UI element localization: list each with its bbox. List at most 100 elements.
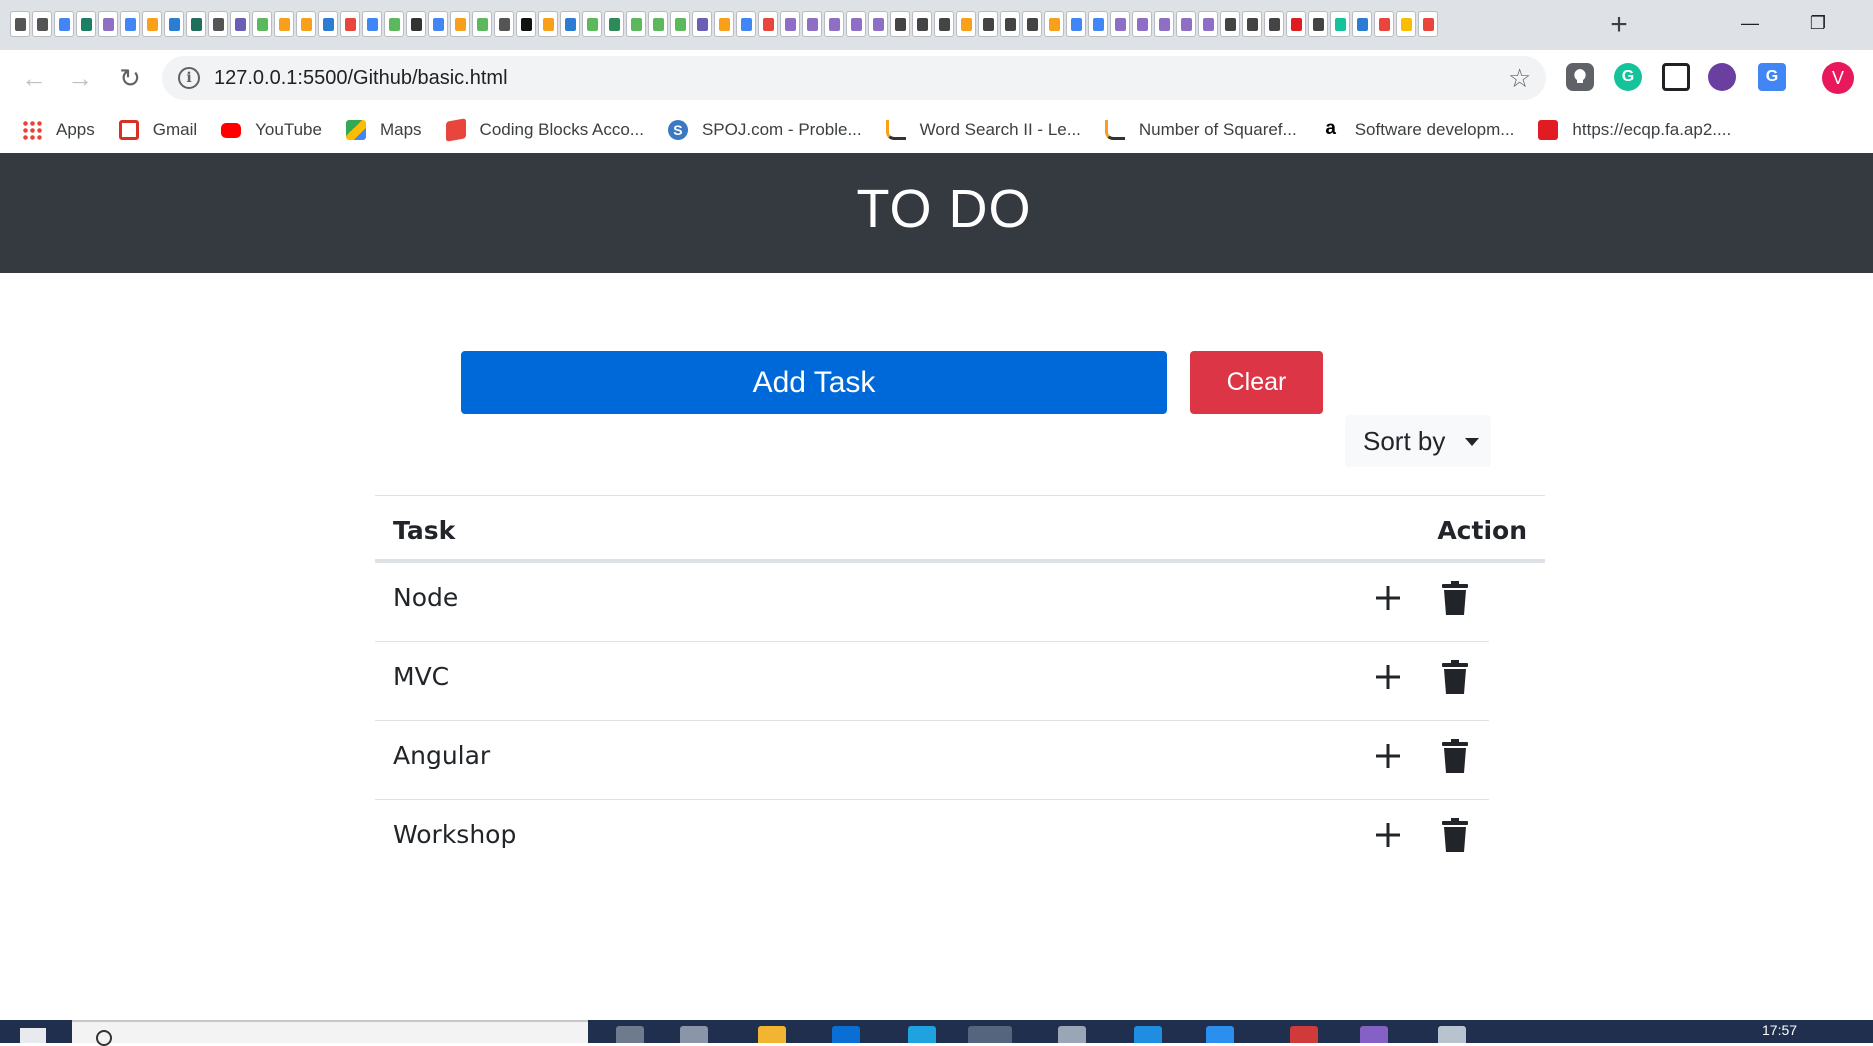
address-bar[interactable]: i 127.0.0.1:5500/Github/basic.html ☆ bbox=[162, 56, 1546, 100]
back-button[interactable]: ← bbox=[16, 60, 52, 96]
pinned-tab-favicon[interactable] bbox=[120, 11, 140, 37]
pinned-tab-favicon[interactable] bbox=[736, 11, 756, 37]
pinned-tab-favicon[interactable] bbox=[978, 11, 998, 37]
pinned-tab-favicon[interactable] bbox=[10, 11, 30, 37]
grammarly-extension-icon[interactable]: G bbox=[1614, 63, 1642, 91]
url-text[interactable]: 127.0.0.1:5500/Github/basic.html bbox=[214, 67, 508, 90]
pinned-tab-favicon[interactable] bbox=[230, 11, 250, 37]
pinned-tab-favicon[interactable] bbox=[714, 11, 734, 37]
pinned-tab-favicon[interactable] bbox=[208, 11, 228, 37]
trash-icon[interactable] bbox=[1442, 660, 1468, 694]
pinned-tab-favicon[interactable] bbox=[582, 11, 602, 37]
bookmark-squareful[interactable]: Number of Squaref... bbox=[1104, 120, 1297, 140]
google-translate-icon[interactable]: G bbox=[1758, 63, 1786, 91]
pinned-tab-favicon[interactable] bbox=[934, 11, 954, 37]
pinned-tab-favicon[interactable] bbox=[98, 11, 118, 37]
taskbar-task-view-icon[interactable] bbox=[680, 1026, 708, 1043]
pinned-tab-favicon[interactable] bbox=[428, 11, 448, 37]
pinned-tab-favicon[interactable] bbox=[956, 11, 976, 37]
pinned-tab-favicon[interactable] bbox=[54, 11, 74, 37]
minimize-button[interactable]: — bbox=[1728, 6, 1772, 40]
clear-button[interactable]: Clear bbox=[1190, 351, 1323, 414]
pinned-tab-favicon[interactable] bbox=[1330, 11, 1350, 37]
bookmark-apps[interactable]: Apps bbox=[22, 120, 95, 140]
pinned-tab-favicon[interactable] bbox=[538, 11, 558, 37]
site-info-icon[interactable]: i bbox=[178, 67, 200, 89]
pinned-tab-favicon[interactable] bbox=[494, 11, 514, 37]
bookmark-star-icon[interactable]: ☆ bbox=[1508, 63, 1531, 94]
pinned-tab-favicon[interactable] bbox=[868, 11, 888, 37]
pinned-tab-favicon[interactable] bbox=[1066, 11, 1086, 37]
pinned-tab-favicon[interactable] bbox=[1088, 11, 1108, 37]
skype-icon[interactable] bbox=[1134, 1026, 1162, 1043]
pinned-tab-favicon[interactable] bbox=[1220, 11, 1240, 37]
bookmark-amazon[interactable]: a Software developm... bbox=[1321, 119, 1514, 140]
git-icon[interactable] bbox=[1290, 1026, 1318, 1043]
bookmark-maps[interactable]: Maps bbox=[345, 120, 422, 140]
pinned-tab-favicon[interactable] bbox=[32, 11, 52, 37]
pinned-tab-favicon[interactable] bbox=[252, 11, 272, 37]
trash-icon[interactable] bbox=[1442, 581, 1468, 615]
bookmark-youtube[interactable]: YouTube bbox=[221, 120, 322, 140]
screenshot-extension-icon[interactable] bbox=[1662, 63, 1690, 91]
pinned-tab-favicon[interactable] bbox=[890, 11, 910, 37]
trash-icon[interactable] bbox=[1442, 739, 1468, 773]
pinned-tab-favicon[interactable] bbox=[472, 11, 492, 37]
pinned-tab-favicon[interactable] bbox=[1198, 11, 1218, 37]
pinned-tab-favicon[interactable] bbox=[648, 11, 668, 37]
vscode-icon[interactable] bbox=[1206, 1026, 1234, 1043]
pinned-tab-favicon[interactable] bbox=[1308, 11, 1328, 37]
reload-button[interactable]: ↻ bbox=[112, 60, 148, 96]
new-tab-button[interactable]: + bbox=[1602, 8, 1636, 42]
chrome-active-icon[interactable] bbox=[968, 1026, 1012, 1043]
plus-icon[interactable] bbox=[1371, 581, 1405, 615]
pinned-tab-favicon[interactable] bbox=[1176, 11, 1196, 37]
pinned-tab-favicon[interactable] bbox=[384, 11, 404, 37]
plus-icon[interactable] bbox=[1371, 739, 1405, 773]
store-icon[interactable] bbox=[1058, 1026, 1086, 1043]
pinned-tab-favicon[interactable] bbox=[824, 11, 844, 37]
pinned-tab-favicon[interactable] bbox=[912, 11, 932, 37]
windows-start-icon[interactable] bbox=[20, 1028, 46, 1043]
pinned-tab-favicon[interactable] bbox=[670, 11, 690, 37]
pinned-tab-favicon[interactable] bbox=[274, 11, 294, 37]
bookmark-gmail[interactable]: Gmail bbox=[118, 120, 197, 140]
pinned-tab-favicon[interactable] bbox=[626, 11, 646, 37]
pinned-tab-favicon[interactable] bbox=[406, 11, 426, 37]
visual-studio-icon[interactable] bbox=[1360, 1026, 1388, 1043]
taskbar-search-app-icon[interactable] bbox=[616, 1026, 644, 1043]
pinned-tab-favicon[interactable] bbox=[142, 11, 162, 37]
extension-cube-icon[interactable] bbox=[1708, 63, 1736, 91]
sort-by-dropdown[interactable]: Sort by bbox=[1345, 415, 1491, 467]
bookmark-spoj[interactable]: S SPOJ.com - Proble... bbox=[667, 120, 862, 140]
trash-icon[interactable] bbox=[1442, 818, 1468, 852]
notepad-icon[interactable] bbox=[1438, 1026, 1466, 1043]
taskbar-app-icon[interactable] bbox=[832, 1026, 860, 1043]
pinned-tab-favicon[interactable] bbox=[1352, 11, 1372, 37]
pinned-tab-favicon[interactable] bbox=[1264, 11, 1284, 37]
pinned-tab-favicon[interactable] bbox=[802, 11, 822, 37]
pinned-tab-favicon[interactable] bbox=[1110, 11, 1130, 37]
bookmark-coding-blocks[interactable]: Coding Blocks Acco... bbox=[445, 118, 644, 142]
bookmark-word-search[interactable]: Word Search II - Le... bbox=[885, 120, 1081, 140]
pinned-tab-favicon[interactable] bbox=[758, 11, 778, 37]
pinned-tab-favicon[interactable] bbox=[604, 11, 624, 37]
pinned-tab-favicon[interactable] bbox=[1418, 11, 1438, 37]
plus-icon[interactable] bbox=[1371, 660, 1405, 694]
pinned-tab-favicon[interactable] bbox=[1374, 11, 1394, 37]
pinned-tab-favicon[interactable] bbox=[296, 11, 316, 37]
pinned-tab-favicon[interactable] bbox=[780, 11, 800, 37]
pinned-tab-favicon[interactable] bbox=[1154, 11, 1174, 37]
pinned-tab-favicon[interactable] bbox=[1000, 11, 1020, 37]
add-task-button[interactable]: Add Task bbox=[461, 351, 1167, 414]
edge-browser-icon[interactable] bbox=[908, 1026, 936, 1043]
pinned-tab-favicon[interactable] bbox=[560, 11, 580, 37]
pinned-tab-favicon[interactable] bbox=[164, 11, 184, 37]
forward-button[interactable]: → bbox=[62, 60, 98, 96]
pinned-tab-favicon[interactable] bbox=[1396, 11, 1416, 37]
pinned-tab-favicon[interactable] bbox=[186, 11, 206, 37]
pinned-tab-favicon[interactable] bbox=[318, 11, 338, 37]
pinned-tab-favicon[interactable] bbox=[692, 11, 712, 37]
pinned-tab-favicon[interactable] bbox=[516, 11, 536, 37]
pinned-tab-favicon[interactable] bbox=[1044, 11, 1064, 37]
